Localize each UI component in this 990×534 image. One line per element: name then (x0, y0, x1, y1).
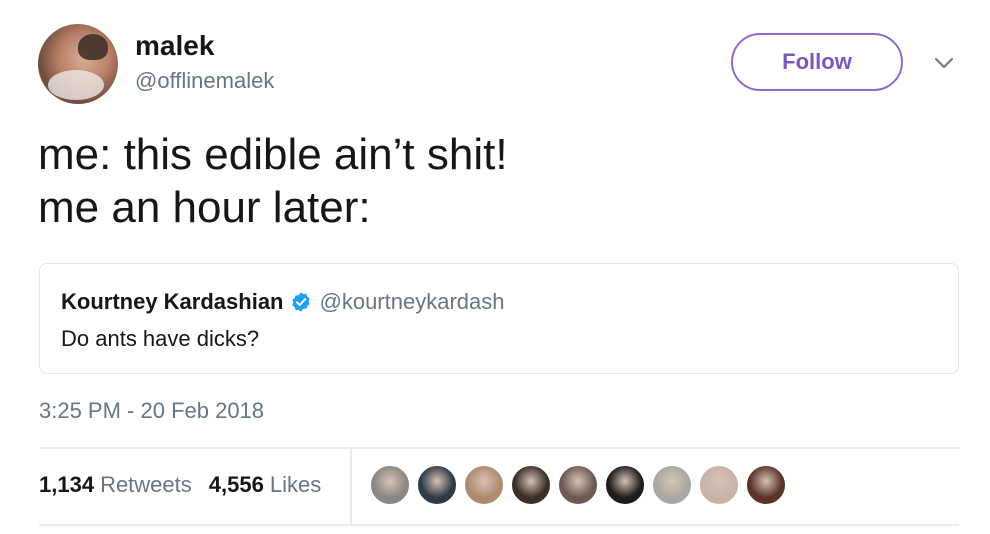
author-handle[interactable]: @offlinemalek (135, 68, 274, 94)
liker-avatar[interactable] (417, 465, 457, 505)
author-display-name[interactable]: malek (135, 30, 214, 62)
liker-avatar[interactable] (370, 465, 410, 505)
quoted-tweet-header: Kourtney Kardashian @kourtneykardash (61, 289, 504, 315)
tweet-text: me: this edible ain’t shit! me an hour l… (38, 128, 938, 234)
liker-avatar[interactable] (558, 465, 598, 505)
likes-stat[interactable]: 4,556 Likes (209, 472, 321, 498)
likes-label: Likes (269, 472, 322, 497)
quoted-tweet[interactable]: Kourtney Kardashian @kourtneykardash Do … (39, 263, 959, 374)
tweet-text-line: me an hour later: (38, 183, 371, 232)
quoted-author-name: Kourtney Kardashian (61, 289, 284, 314)
follow-button[interactable]: Follow (731, 33, 903, 91)
quoted-author-handle: @kourtneykardash (319, 289, 505, 314)
divider (39, 447, 959, 449)
tweet-card: malek @offlinemalek Follow me: this edib… (0, 0, 990, 534)
tweet-stats: 1,134 Retweets 4,556 Likes (39, 472, 321, 498)
author-avatar[interactable] (38, 24, 118, 104)
retweets-count: 1,134 (39, 472, 95, 497)
retweets-stat[interactable]: 1,134 Retweets (39, 472, 192, 498)
liker-avatar[interactable] (464, 465, 504, 505)
liker-avatar[interactable] (605, 465, 645, 505)
liker-avatar[interactable] (746, 465, 786, 505)
verified-badge-icon (291, 292, 310, 312)
more-options-button[interactable] (929, 50, 959, 76)
tweet-text-line: me: this edible ain’t shit! (38, 130, 508, 179)
liker-avatar[interactable] (699, 465, 739, 505)
divider (39, 524, 959, 526)
liker-avatar[interactable] (511, 465, 551, 505)
tweet-timestamp[interactable]: 3:25 PM - 20 Feb 2018 (39, 398, 264, 424)
liker-avatar[interactable] (652, 465, 692, 505)
likes-count: 4,556 (208, 472, 264, 497)
retweets-label: Retweets (100, 472, 192, 497)
chevron-down-icon (935, 58, 953, 68)
liker-avatars (370, 465, 793, 505)
quoted-tweet-text: Do ants have dicks? (61, 326, 260, 351)
divider (350, 448, 352, 524)
